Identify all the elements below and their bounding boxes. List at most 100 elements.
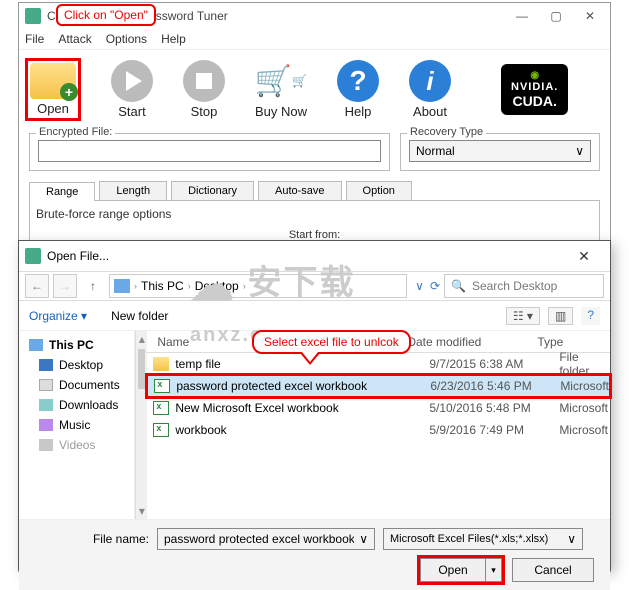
help-label: Help — [345, 104, 372, 119]
cancel-button[interactable]: Cancel — [512, 558, 594, 582]
downloads-icon — [39, 399, 53, 411]
help-icon: ? — [337, 60, 379, 102]
documents-icon — [39, 379, 53, 391]
sidebar-item-thispc[interactable]: This PC — [19, 335, 134, 355]
about-button[interactable]: i About — [409, 60, 451, 119]
pc-icon — [29, 339, 43, 351]
app-icon — [25, 8, 41, 24]
recovery-type-label: Recovery Type — [407, 126, 486, 138]
chevron-down-icon: ∨ — [359, 532, 368, 546]
file-row-selected[interactable]: password protected excel workbook 6/23/2… — [147, 375, 610, 397]
crumb-thispc[interactable]: This PC — [141, 279, 184, 293]
filename-value: password protected excel workbook — [164, 532, 354, 546]
folder-icon — [153, 357, 169, 371]
filename-input[interactable]: password protected excel workbook ∨ — [157, 528, 375, 550]
menubar: File Attack Options Help — [19, 29, 610, 49]
tab-option[interactable]: Option — [346, 181, 412, 200]
forward-button[interactable]: → — [53, 274, 77, 298]
menu-attack[interactable]: Attack — [58, 29, 91, 49]
new-folder-button[interactable]: New folder — [111, 309, 168, 323]
nvidia-eye-icon: ◉ — [530, 70, 539, 81]
chevron-down-icon: ∨ — [575, 144, 584, 158]
search-placeholder: Search Desktop — [472, 279, 557, 293]
col-date[interactable]: Date modified — [407, 335, 537, 349]
excel-file-icon — [153, 401, 169, 415]
chevron-right-icon: › — [134, 281, 137, 291]
start-button[interactable]: Start — [111, 60, 153, 119]
nvidia-text: NVIDIA. — [511, 81, 558, 93]
minimize-icon[interactable]: — — [514, 9, 530, 23]
tab-length[interactable]: Length — [99, 181, 167, 200]
sidebar-item-desktop[interactable]: Desktop — [19, 355, 134, 375]
recovery-type-select[interactable]: Normal ∨ — [409, 140, 591, 162]
open-file-dialog: Open File... ✕ ← → ↑ › This PC › Desktop… — [18, 240, 611, 570]
crumb-desktop[interactable]: Desktop — [195, 279, 239, 293]
refresh-icon[interactable]: ⟳ — [430, 279, 440, 293]
chevron-down-icon: ∨ — [567, 532, 576, 546]
dialog-sidebar: This PC Desktop Documents Downloads Musi… — [19, 331, 135, 519]
file-row[interactable]: workbook 5/9/2016 7:49 PM Microsoft — [147, 419, 610, 441]
menu-file[interactable]: File — [25, 29, 44, 49]
cuda-text: CUDA. — [513, 93, 557, 109]
dialog-toolbar: Organize ▾ New folder ☷ ▾ ▥ ? — [19, 301, 610, 331]
cart-icon: 🛒 — [260, 60, 302, 102]
maximize-icon[interactable]: ▢ — [548, 9, 564, 23]
callout-click-open: Click on "Open" — [56, 4, 156, 26]
dropdown-history-icon[interactable]: ∨ — [415, 279, 424, 293]
sidebar-item-videos[interactable]: Videos — [19, 435, 134, 455]
buynow-button[interactable]: 🛒 Buy Now — [255, 60, 307, 119]
file-filter-select[interactable]: Microsoft Excel Files(*.xls;*.xlsx) ∨ — [383, 528, 583, 550]
cuda-badge: ◉ NVIDIA. CUDA. — [501, 64, 568, 115]
play-icon — [111, 60, 153, 102]
preview-pane-button[interactable]: ▥ — [548, 307, 573, 325]
filter-value: Microsoft Excel Files(*.xls;*.xlsx) — [390, 533, 548, 545]
col-type[interactable]: Type — [537, 335, 610, 349]
pc-icon — [114, 279, 130, 293]
tab-dictionary[interactable]: Dictionary — [171, 181, 254, 200]
sidebar-scrollbar[interactable]: ▴▾ — [135, 331, 147, 519]
dialog-app-icon — [25, 248, 41, 264]
attack-tabs: Range Length Dictionary Auto-save Option — [29, 181, 600, 201]
filename-label: File name: — [29, 532, 149, 546]
file-row[interactable]: temp file 9/7/2015 6:38 AM File folder — [147, 353, 610, 375]
view-mode-button[interactable]: ☷ ▾ — [506, 307, 540, 325]
help-button-dialog[interactable]: ? — [581, 307, 600, 325]
organize-button[interactable]: Organize ▾ — [29, 309, 87, 323]
videos-icon — [39, 439, 53, 451]
recovery-type-group: Recovery Type Normal ∨ — [400, 133, 600, 171]
about-label: About — [413, 104, 447, 119]
open-button[interactable]: Open — [25, 58, 81, 121]
sidebar-item-music[interactable]: Music — [19, 415, 134, 435]
encrypted-file-input[interactable] — [38, 140, 381, 162]
sidebar-item-documents[interactable]: Documents — [19, 375, 134, 395]
chevron-right-icon: › — [243, 281, 246, 291]
music-icon — [39, 419, 53, 431]
sidebar-item-downloads[interactable]: Downloads — [19, 395, 134, 415]
back-button[interactable]: ← — [25, 274, 49, 298]
open-label: Open — [37, 101, 69, 116]
up-button[interactable]: ↑ — [81, 279, 105, 293]
callout-select-file: Select excel file to unlcok — [252, 330, 411, 354]
menu-options[interactable]: Options — [106, 29, 147, 49]
tab-range[interactable]: Range — [29, 182, 95, 201]
desktop-icon — [39, 359, 53, 371]
search-icon: 🔍 — [451, 279, 466, 293]
stop-button[interactable]: Stop — [183, 60, 225, 119]
buynow-label: Buy Now — [255, 104, 307, 119]
close-icon[interactable]: ✕ — [582, 9, 598, 23]
encrypted-file-label: Encrypted File: — [36, 126, 115, 138]
file-row[interactable]: New Microsoft Excel workbook 5/10/2016 5… — [147, 397, 610, 419]
file-list: Name Date modified Type temp file 9/7/20… — [147, 331, 610, 519]
breadcrumb[interactable]: › This PC › Desktop › — [109, 274, 407, 298]
recovery-type-value: Normal — [416, 144, 455, 158]
dialog-title: Open File... — [47, 249, 564, 263]
chevron-right-icon: › — [188, 281, 191, 291]
help-button[interactable]: ? Help — [337, 60, 379, 119]
folder-open-icon — [30, 63, 76, 99]
open-button-dialog[interactable]: Open ▾ — [420, 558, 502, 582]
dialog-close-icon[interactable]: ✕ — [564, 248, 604, 265]
stop-icon — [183, 60, 225, 102]
tab-autosave[interactable]: Auto-save — [258, 181, 342, 200]
search-input[interactable]: 🔍 Search Desktop — [444, 274, 604, 298]
menu-help[interactable]: Help — [161, 29, 186, 49]
